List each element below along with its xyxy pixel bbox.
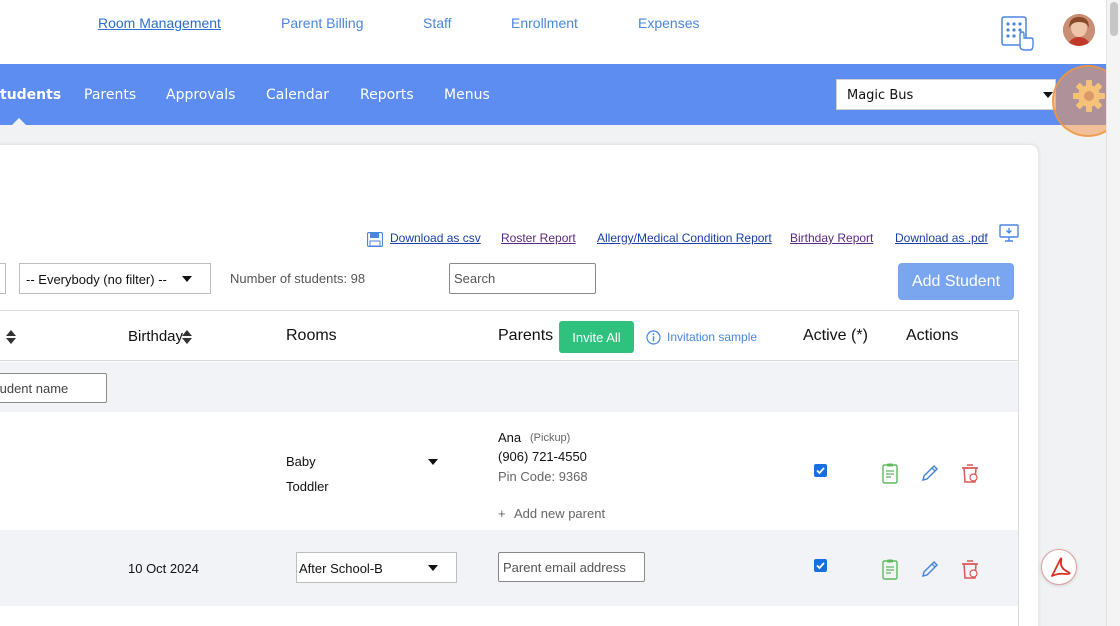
parent-pin: Pin Code: 9368 (498, 469, 588, 484)
add-new-parent-link[interactable]: Add new parent (514, 506, 605, 521)
birthday-cell: 10 Oct 2024 (128, 561, 199, 576)
pencil-icon[interactable] (919, 462, 941, 484)
school-select[interactable]: Magic Bus (836, 79, 1056, 110)
nav-students[interactable]: tudents (0, 87, 61, 103)
app-root: Room Management Parent Billing Staff Enr… (0, 0, 1120, 626)
room-filter-select[interactable] (0, 263, 6, 294)
sort-icon[interactable] (6, 330, 16, 344)
trash-icon[interactable] (959, 558, 981, 580)
table-row (0, 606, 1018, 626)
students-table: Birthday Rooms Parents Invite All Invita… (0, 310, 1019, 626)
table-row: 10 Oct 2024 After School-B (0, 530, 1018, 606)
room-name: Baby (286, 454, 316, 469)
active-checkbox[interactable] (814, 464, 827, 477)
header-birthday[interactable]: Birthday (128, 328, 183, 345)
nav-calendar[interactable]: Calendar (266, 87, 329, 103)
chevron-down-icon (428, 565, 438, 571)
invitation-sample-link[interactable]: Invitation sample (667, 330, 757, 344)
top-nav-enrollment[interactable]: Enrollment (511, 15, 578, 31)
student-count: Number of students: 98 (230, 271, 366, 286)
header-parents: Parents (498, 327, 554, 344)
user-avatar[interactable] (1063, 14, 1095, 46)
top-nav-room-management[interactable]: Room Management (98, 15, 221, 31)
info-icon[interactable] (646, 330, 661, 345)
pdf-float-button[interactable] (1041, 549, 1077, 585)
nav-parents[interactable]: Parents (84, 87, 136, 103)
student-name-filter-input[interactable] (0, 373, 107, 403)
add-student-button[interactable]: Add Student (898, 263, 1014, 300)
monitor-icon[interactable] (999, 224, 1019, 242)
nav-reports[interactable]: Reports (360, 87, 414, 103)
chevron-down-icon (182, 276, 192, 282)
gear-icon[interactable] (1071, 78, 1107, 114)
nav-menus[interactable]: Menus (444, 87, 490, 103)
birthday-report-link[interactable]: Birthday Report (790, 231, 873, 245)
invite-all-button[interactable]: Invite All (559, 321, 634, 353)
top-nav-expenses[interactable]: Expenses (638, 15, 699, 31)
sort-icon[interactable] (182, 330, 192, 344)
roster-report-link[interactable]: Roster Report (501, 231, 576, 245)
search-input[interactable] (449, 263, 596, 294)
trash-icon[interactable] (959, 462, 981, 484)
plus-icon[interactable]: + (498, 506, 506, 521)
active-nav-indicator (11, 118, 27, 126)
group-filter-select[interactable]: -- Everybody (no filter) -- (19, 263, 211, 294)
clipboard-icon[interactable] (879, 462, 901, 484)
group-filter-value: -- Everybody (no filter) -- (26, 272, 167, 287)
top-nav-staff[interactable]: Staff (423, 15, 452, 31)
clipboard-icon[interactable] (879, 558, 901, 580)
table-filter-row (0, 362, 1018, 412)
allergy-report-link[interactable]: Allergy/Medical Condition Report (597, 231, 772, 245)
header-rooms: Rooms (286, 327, 337, 344)
parent-email-input[interactable] (498, 552, 645, 582)
parent-phone: (906) 721-4550 (498, 449, 587, 464)
pencil-icon[interactable] (919, 558, 941, 580)
keypad-icon[interactable] (1000, 14, 1034, 52)
room-select-value: After School-B (299, 561, 383, 576)
vertical-scrollbar[interactable] (1106, 0, 1120, 626)
nav-approvals[interactable]: Approvals (166, 87, 235, 103)
table-row: Baby Toddler Ana (Pickup) (906) 721-4550… (0, 412, 1018, 530)
active-checkbox[interactable] (814, 559, 827, 572)
save-disk-icon[interactable] (367, 232, 383, 247)
parent-name[interactable]: Ana (498, 430, 521, 445)
room-name: Toddler (286, 479, 329, 494)
scrollbar-thumb[interactable] (1110, 2, 1118, 36)
top-nav-parent-billing[interactable]: Parent Billing (281, 15, 364, 31)
header-actions: Actions (906, 327, 959, 344)
table-header: Birthday Rooms Parents Invite All Invita… (0, 311, 1018, 361)
top-nav: Room Management Parent Billing Staff Enr… (0, 0, 1106, 64)
download-csv-link[interactable]: Download as csv (390, 231, 481, 245)
school-select-value: Magic Bus (847, 88, 914, 103)
chevron-down-icon[interactable] (428, 459, 438, 465)
room-select[interactable]: After School-B (296, 552, 457, 583)
header-active: Active (*) (803, 327, 868, 344)
download-pdf-link[interactable]: Download as .pdf (895, 231, 988, 245)
parent-role: (Pickup) (530, 432, 571, 444)
acrobat-icon (1051, 557, 1071, 577)
